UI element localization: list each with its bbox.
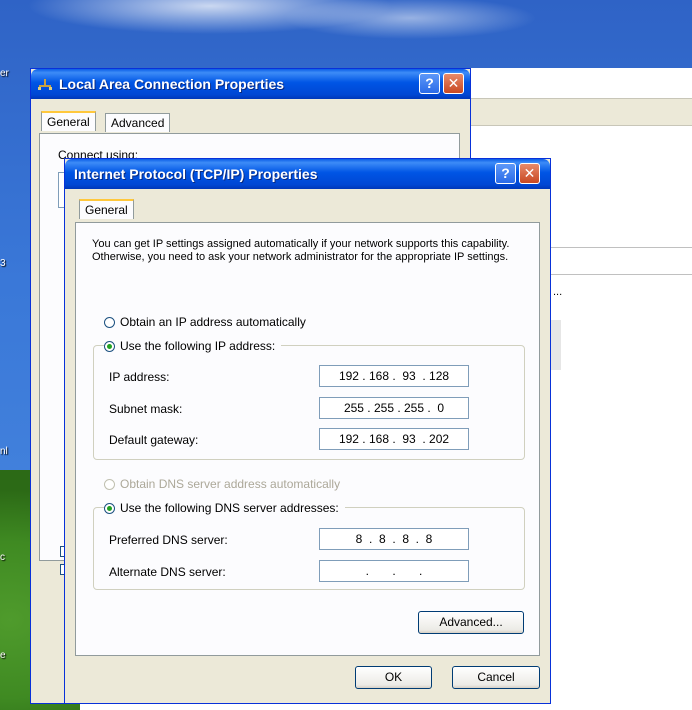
radio-label: Use the following DNS server addresses: <box>120 501 339 515</box>
alternate-dns-field[interactable]: . . . <box>319 560 469 582</box>
radio-obtain-dns-auto: Obtain DNS server address automatically <box>104 477 340 491</box>
preferred-dns-label: Preferred DNS server: <box>109 533 228 547</box>
radio-circle <box>104 478 115 490</box>
default-gateway-field[interactable]: 192 . 168 . 93 . 202 <box>319 428 469 450</box>
close-button[interactable]: ✕ <box>519 163 540 184</box>
ip-address-label: IP address: <box>109 370 170 384</box>
desktop-icon-label[interactable]: e <box>0 650 6 661</box>
tab-general[interactable]: General <box>79 199 134 219</box>
desktop-icon-label[interactable]: er <box>0 68 9 79</box>
radio-label: Use the following IP address: <box>120 339 276 353</box>
radio-use-following-dns[interactable]: Use the following DNS server addresses: <box>104 501 345 515</box>
tcpip-titlebar[interactable]: Internet Protocol (TCP/IP) Properties ? … <box>65 159 550 189</box>
radio-label: Obtain DNS server address automatically <box>120 477 341 491</box>
truncated-text: ... <box>553 286 563 298</box>
help-button[interactable]: ? <box>419 73 440 94</box>
ok-button[interactable]: OK <box>355 666 432 689</box>
desktop-icon-label[interactable]: nl <box>0 446 8 457</box>
tcpip-properties-window: Internet Protocol (TCP/IP) Properties ? … <box>64 158 551 704</box>
default-gateway-label: Default gateway: <box>109 433 199 447</box>
cancel-button[interactable]: Cancel <box>452 666 540 689</box>
alternate-dns-label: Alternate DNS server: <box>109 565 226 579</box>
radio-circle <box>104 340 115 352</box>
close-button[interactable]: ✕ <box>443 73 464 94</box>
ip-address-field[interactable]: 192 . 168 . 93 . 128 <box>319 365 469 387</box>
desktop-icon-label[interactable]: 3 <box>0 258 6 269</box>
radio-circle <box>104 316 115 328</box>
toolbar-strip <box>461 98 692 126</box>
lan-title: Local Area Connection Properties <box>59 76 285 92</box>
help-button[interactable]: ? <box>495 163 516 184</box>
radio-label: Obtain an IP address automatically <box>120 315 306 329</box>
description-text: You can get IP settings assigned automat… <box>92 238 510 263</box>
preferred-dns-field[interactable]: 8 . 8 . 8 . 8 <box>319 528 469 550</box>
radio-use-following-ip[interactable]: Use the following IP address: <box>104 339 282 353</box>
lan-titlebar[interactable]: Local Area Connection Properties ? ✕ <box>31 69 470 99</box>
desktop-icon-label[interactable]: c <box>0 552 5 563</box>
subnet-mask-label: Subnet mask: <box>109 402 183 416</box>
advanced-button[interactable]: Advanced... <box>418 611 524 634</box>
radio-obtain-ip-auto[interactable]: Obtain an IP address automatically <box>104 315 306 329</box>
tab-advanced[interactable]: Advanced <box>105 113 171 132</box>
network-icon <box>37 77 53 91</box>
radio-circle <box>104 502 115 514</box>
tcpip-title: Internet Protocol (TCP/IP) Properties <box>74 166 318 182</box>
tcpip-general-panel: You can get IP settings assigned automat… <box>75 222 540 656</box>
subnet-mask-field[interactable]: 255 . 255 . 255 . 0 <box>319 397 469 419</box>
tab-general[interactable]: General <box>41 111 96 131</box>
